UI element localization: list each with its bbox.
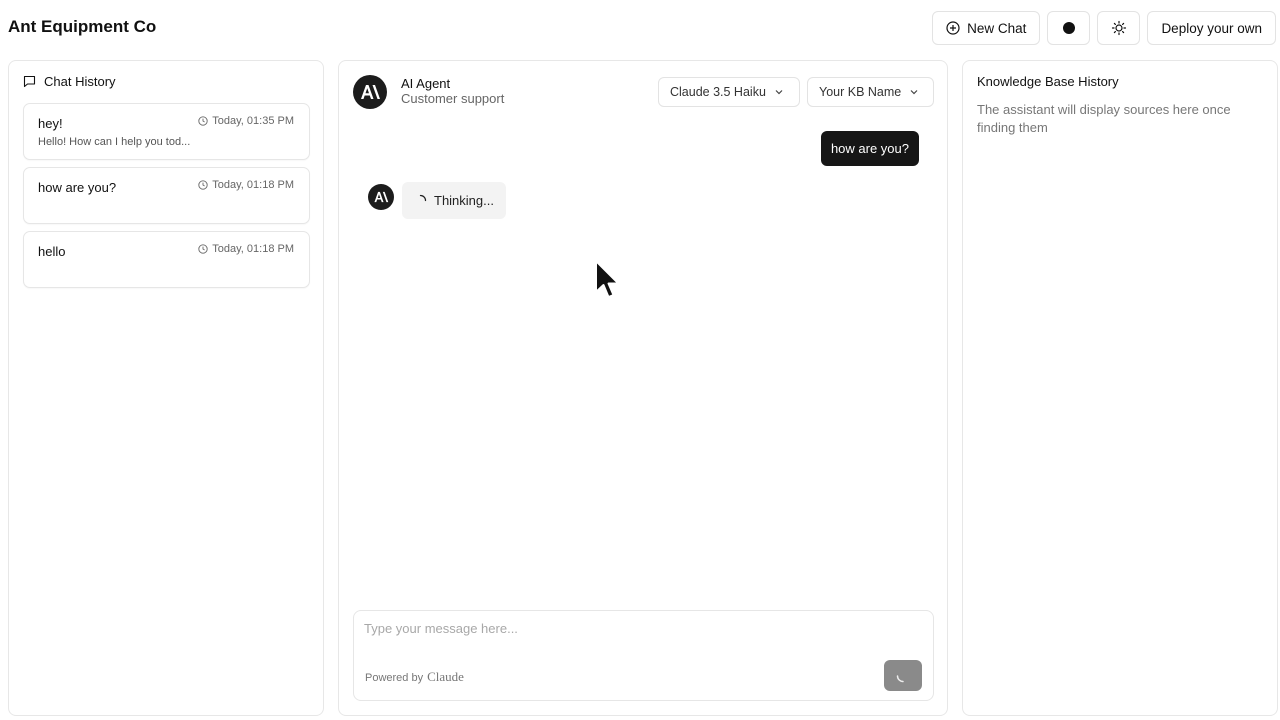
- chat-history-list: hey! Today, 01:35 PM Hello! How can I he…: [23, 103, 310, 295]
- new-chat-button[interactable]: New Chat: [932, 11, 1041, 45]
- knowledge-base-empty-text: The assistant will display sources here …: [977, 102, 1231, 135]
- chat-history-title: Chat History: [44, 74, 116, 89]
- chat-history-item-preview: Hello! How can I help you tod...: [38, 136, 191, 148]
- agent-subtitle: Customer support: [401, 91, 505, 106]
- chat-panel: AI Agent Customer support Claude 3.5 Hai…: [338, 60, 948, 716]
- mouse-cursor-icon: [594, 259, 624, 303]
- chat-history-item-time: Today, 01:35 PM: [198, 115, 294, 127]
- chat-history-item-title: how are you?: [38, 180, 117, 195]
- assistant-thinking-bubble: Thinking...: [402, 182, 506, 219]
- sun-icon: [1111, 20, 1127, 36]
- clock-icon: [198, 116, 208, 126]
- anthropic-logo-icon: [361, 85, 380, 99]
- chat-history-item[interactable]: hello Today, 01:18 PM: [23, 231, 310, 288]
- chevron-down-icon: [909, 87, 919, 97]
- app-title: Ant Equipment Co: [8, 17, 157, 36]
- send-button[interactable]: [884, 660, 922, 691]
- knowledge-base-panel: Knowledge Base History The assistant wil…: [962, 60, 1278, 716]
- top-bar: Ant Equipment Co New Chat Deploy your ow…: [0, 0, 1280, 56]
- agent-avatar: [353, 75, 387, 109]
- chat-history-item-time: Today, 01:18 PM: [198, 243, 294, 255]
- user-message-bubble: how are you?: [820, 131, 919, 166]
- message-square-icon: [23, 75, 36, 88]
- plus-circle-icon: [946, 21, 960, 35]
- anthropic-logo-icon: [374, 191, 389, 203]
- chat-history-item-time-text: Today, 01:18 PM: [212, 243, 294, 255]
- assistant-avatar: [368, 184, 394, 210]
- knowledge-base-title: Knowledge Base History: [977, 74, 1119, 89]
- chat-history-item[interactable]: hey! Today, 01:35 PM Hello! How can I he…: [23, 103, 310, 160]
- chat-history-item-time: Today, 01:18 PM: [198, 179, 294, 191]
- knowledge-base-select[interactable]: Your KB Name: [807, 77, 934, 107]
- clock-icon: [198, 244, 208, 254]
- theme-toggle-button[interactable]: [1097, 11, 1141, 45]
- new-chat-label: New Chat: [967, 20, 1027, 36]
- spinner-icon: [895, 668, 911, 684]
- chat-history-item-time-text: Today, 01:18 PM: [212, 179, 294, 191]
- clock-icon: [198, 180, 208, 190]
- powered-by-prefix: Powered by: [365, 672, 424, 684]
- deploy-button[interactable]: Deploy your own: [1147, 11, 1276, 45]
- model-select-value: Claude 3.5 Haiku: [670, 85, 766, 99]
- powered-by-brand: Claude: [427, 669, 464, 684]
- chat-history-header: Chat History: [23, 74, 116, 89]
- agent-name: AI Agent: [401, 76, 451, 91]
- color-mode-button[interactable]: [1047, 11, 1091, 45]
- message-input[interactable]: [364, 621, 884, 636]
- assistant-thinking-text: Thinking...: [434, 193, 494, 208]
- chat-history-item-title: hey!: [38, 116, 63, 131]
- chat-history-item-time-text: Today, 01:35 PM: [212, 115, 294, 127]
- knowledge-base-select-value: Your KB Name: [819, 85, 902, 99]
- message-composer: Powered by Claude: [353, 610, 934, 701]
- spinner-icon: [414, 194, 427, 207]
- model-select[interactable]: Claude 3.5 Haiku: [658, 77, 800, 107]
- top-actions: New Chat Deploy your own: [932, 11, 1276, 45]
- deploy-label: Deploy your own: [1161, 20, 1262, 36]
- chat-history-item[interactable]: how are you? Today, 01:18 PM: [23, 167, 310, 224]
- circle-icon: [1062, 22, 1075, 34]
- chat-history-item-title: hello: [38, 244, 66, 259]
- chat-history-panel: Chat History hey! Today, 01:35 PM Hello!…: [8, 60, 324, 716]
- chevron-down-icon: [774, 87, 784, 97]
- powered-by: Powered by Claude: [365, 669, 464, 685]
